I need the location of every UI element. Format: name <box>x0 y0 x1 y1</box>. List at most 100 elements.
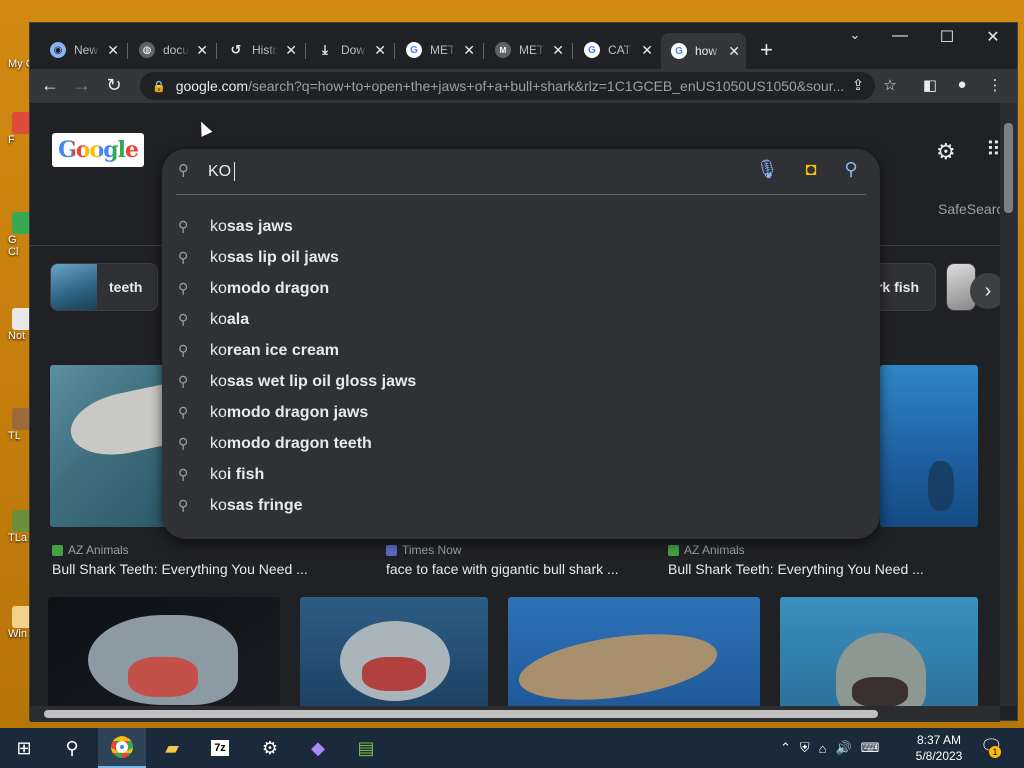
result-image-5[interactable] <box>300 597 488 706</box>
source-favicon <box>386 544 397 556</box>
suggestion-item[interactable]: ⚲ ko rean ice cream <box>162 335 880 366</box>
google-logo[interactable]: Google <box>52 133 144 167</box>
desktop-icon-label: TL <box>8 430 21 442</box>
suggestion-item[interactable]: ⚲ ko modo dragon jaws <box>162 397 880 428</box>
scroll-thumb[interactable] <box>44 710 878 718</box>
desktop-icon-f[interactable]: F <box>4 112 32 146</box>
desktop-icon-tl[interactable]: TL <box>4 408 32 442</box>
apps-grid-icon[interactable]: ⠿ <box>986 137 1000 162</box>
vertical-scrollbar[interactable] <box>1000 103 1017 706</box>
chrome-taskbar-icon[interactable] <box>98 728 146 768</box>
result-image-4[interactable] <box>48 597 280 706</box>
close-tab-icon[interactable]: ✕ <box>107 42 119 59</box>
horizontal-scrollbar[interactable] <box>30 706 1000 722</box>
source-favicon <box>52 544 63 556</box>
tab-how-active[interactable]: G how ✕ <box>661 33 746 69</box>
safesearch-label[interactable]: SafeSearch <box>938 201 1000 217</box>
chip-teeth[interactable]: teeth <box>50 263 158 311</box>
clock[interactable]: 8:37 AM 5/8/2023 <box>910 732 968 764</box>
close-tab-icon[interactable]: ✕ <box>641 42 653 59</box>
suggestion-item[interactable]: ⚲ ko i fish <box>162 459 880 490</box>
suggestion-item[interactable]: ⚲ ko modo dragon <box>162 273 880 304</box>
suggestion-item[interactable]: ⚲ ko sas fringe <box>162 490 880 521</box>
notepad-plus-icon[interactable]: ▤ <box>342 728 390 768</box>
maximize-button[interactable]: ☐ <box>927 27 967 47</box>
close-tab-icon[interactable]: ✕ <box>374 42 386 59</box>
google-icon: G <box>671 43 687 59</box>
result-source[interactable]: AZ Animals <box>668 543 745 557</box>
tab-meta-2[interactable]: M META ✕ <box>485 35 570 65</box>
forward-button[interactable]: → <box>70 75 94 96</box>
side-panel-icon[interactable]: ◧ <box>920 76 940 94</box>
reload-button[interactable]: ↻ <box>102 75 126 96</box>
share-icon[interactable]: ⇪ <box>848 76 868 94</box>
close-tab-icon[interactable]: ✕ <box>463 42 475 59</box>
result-source[interactable]: AZ Animals <box>52 543 129 557</box>
network-icon[interactable]: ⌂ <box>819 741 827 756</box>
search-icon: ⚲ <box>178 373 189 389</box>
desktop-icon-label: My C <box>8 58 34 70</box>
suggestion-prefix: ko <box>210 279 227 297</box>
lens-camera-icon[interactable]: ◘ <box>798 159 824 180</box>
result-title[interactable]: Bull Shark Teeth: Everything You Need ..… <box>668 561 924 577</box>
settings-gear-icon[interactable]: ⚙ <box>246 728 294 768</box>
close-window-button[interactable]: ✕ <box>973 27 1013 47</box>
address-bar[interactable]: 🔒 google.com/search?q=how+to+open+the+ja… <box>140 72 875 100</box>
keyboard-icon[interactable]: ⌨ <box>861 740 880 756</box>
suggestion-item[interactable]: ⚲ ko sas lip oil jaws <box>162 242 880 273</box>
tab-history[interactable]: ↺ Histo ✕ <box>218 35 303 65</box>
result-image-1[interactable] <box>50 365 180 527</box>
gear-icon[interactable]: ⚙ <box>936 139 956 165</box>
sevenzip-icon[interactable]: 7z <box>196 728 244 768</box>
desktop-icon-win[interactable]: Win <box>4 606 32 640</box>
chevron-up-icon[interactable]: ⌃ <box>780 740 791 756</box>
start-button[interactable]: ⊞ <box>0 728 48 768</box>
new-tab-button[interactable]: + <box>760 37 773 63</box>
menu-icon[interactable]: ⋮ <box>985 76 1005 94</box>
search-input[interactable] <box>208 159 728 185</box>
m-badge-icon: M <box>495 42 511 58</box>
profile-icon[interactable]: ● <box>952 76 972 93</box>
close-tab-icon[interactable]: ✕ <box>196 42 208 59</box>
tab-downloads[interactable]: ⤓ Dow ✕ <box>307 35 392 65</box>
microphone-icon[interactable]: 🎙 <box>754 159 780 180</box>
tab-docu[interactable]: ◍ docu ✕ <box>129 35 214 65</box>
tab-cat[interactable]: G CAT ✕ <box>574 35 659 65</box>
tab-search-icon[interactable]: ⌄ <box>835 27 875 43</box>
back-button[interactable]: ← <box>38 75 62 96</box>
result-title[interactable]: face to face with gigantic bull shark ..… <box>386 561 619 577</box>
shark-silhouette <box>928 461 954 511</box>
suggestion-item[interactable]: ⚲ ko sas jaws <box>162 211 880 242</box>
tab-meta-1[interactable]: G META ✕ <box>396 35 481 65</box>
suggestion-item[interactable]: ⚲ ko modo dragon teeth <box>162 428 880 459</box>
search-icon[interactable]: ⚲ <box>48 728 96 768</box>
minimize-button[interactable]: — <box>880 27 920 45</box>
close-tab-icon[interactable]: ✕ <box>285 42 297 59</box>
desktop-icon-my-computer[interactable]: My C <box>4 30 34 70</box>
close-tab-icon[interactable]: ✕ <box>552 42 564 59</box>
lock-icon[interactable]: 🔒 <box>152 80 166 93</box>
file-explorer-icon[interactable]: ▰ <box>148 728 196 768</box>
suggestion-item[interactable]: ⚲ ko ala <box>162 304 880 335</box>
desktop-icon-notepad[interactable]: Not <box>4 308 32 342</box>
tab-new[interactable]: ◉ New ✕ <box>40 35 125 65</box>
volume-icon[interactable]: 🔊 <box>836 740 852 756</box>
notification-icon[interactable]: 🗨1 <box>980 736 1003 758</box>
close-tab-icon[interactable]: ✕ <box>728 43 740 60</box>
bookmark-star-icon[interactable]: ☆ <box>880 76 900 94</box>
result-title[interactable]: Bull Shark Teeth: Everything You Need ..… <box>52 561 308 577</box>
defender-icon[interactable]: ⛨ <box>800 740 810 756</box>
result-image-3[interactable] <box>880 365 978 527</box>
taskbar: ⊞ ⚲ ▰ 7z ⚙ ◆ ▤ ⌃ ⛨ ⌂ 🔊 ⌨ 8:37 AM 5/8/202… <box>0 728 1024 768</box>
desktop-icon-g[interactable]: G Cl <box>4 212 32 258</box>
result-image-7[interactable] <box>780 597 978 706</box>
suggestion-completion: sas lip oil jaws <box>226 248 339 266</box>
suggestion-item[interactable]: ⚲ ko sas wet lip oil gloss jaws <box>162 366 880 397</box>
result-source[interactable]: Times Now <box>386 543 462 557</box>
clipchamp-icon[interactable]: ◆ <box>294 728 342 768</box>
desktop-icon-tla[interactable]: TLa <box>4 510 32 544</box>
scroll-thumb[interactable] <box>1004 123 1013 213</box>
result-image-6[interactable] <box>508 597 760 706</box>
search-submit-icon[interactable]: ⚲ <box>838 159 864 180</box>
chevron-right-icon[interactable]: › <box>970 273 1000 309</box>
